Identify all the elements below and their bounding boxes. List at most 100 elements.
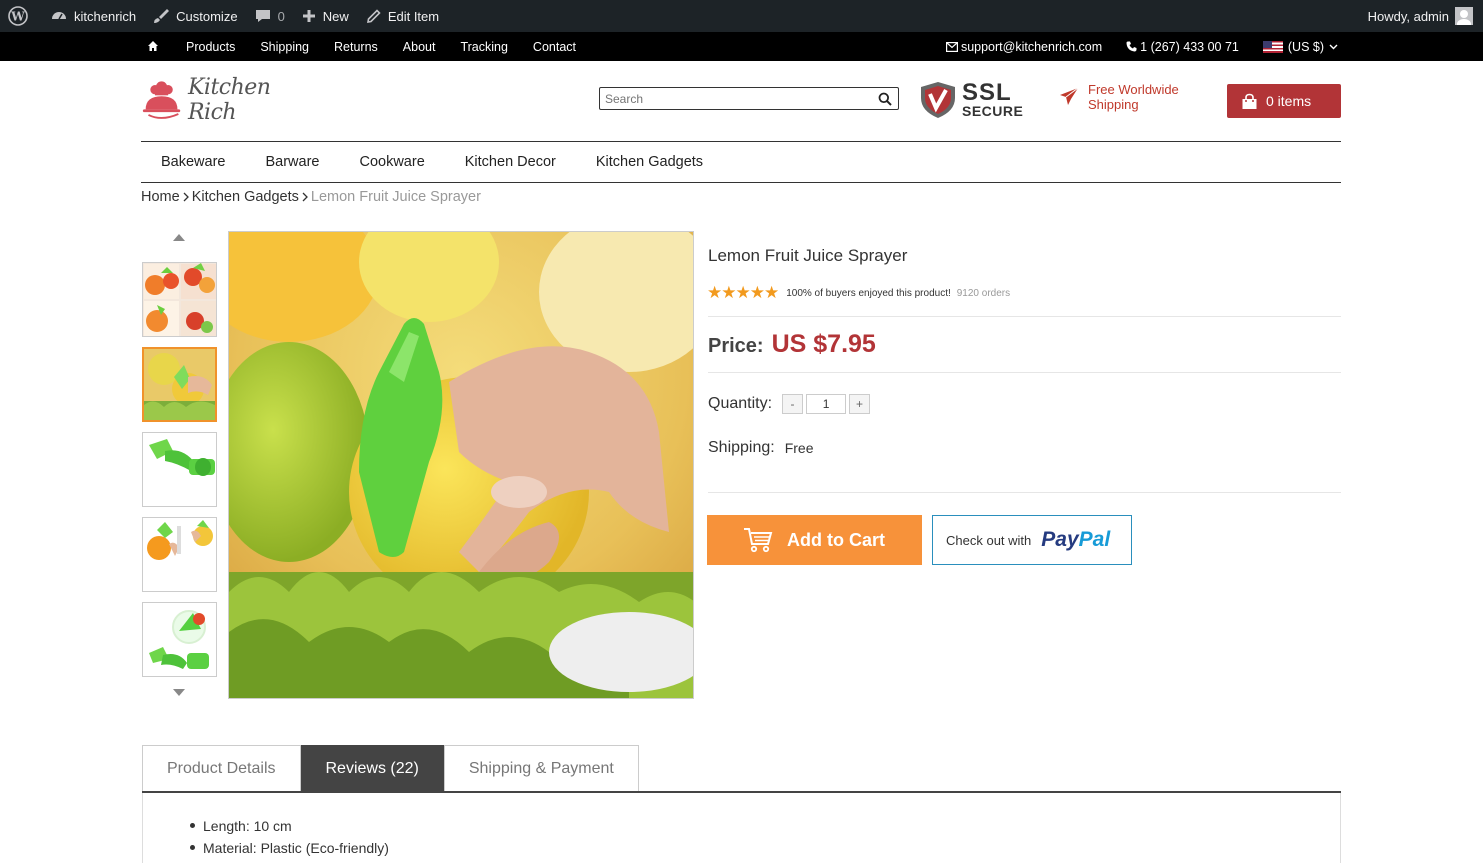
quantity-increase-button[interactable]: + (849, 394, 871, 414)
thumbnail-1[interactable] (142, 262, 217, 337)
thumbnail-scroll-down-icon[interactable] (173, 689, 185, 696)
thumbnail-scroll-up-icon[interactable] (173, 234, 185, 241)
wordpress-logo-button[interactable]: W (0, 0, 42, 32)
top-link-products[interactable]: Products (186, 40, 235, 54)
search-icon[interactable] (878, 92, 892, 106)
quantity-label: Quantity: (708, 395, 773, 412)
shipping-label: Shipping: (708, 439, 775, 456)
product-title: Lemon Fruit Juice Sprayer (708, 246, 908, 265)
thumbnail-4[interactable] (142, 517, 217, 592)
thumbnail-3[interactable] (142, 432, 217, 507)
site-name-link[interactable]: kitchenrich (42, 0, 144, 32)
site-name: kitchenrich (74, 8, 137, 24)
site-logo[interactable]: Kitchen Rich (141, 75, 316, 125)
top-link-tracking[interactable]: Tracking (460, 40, 507, 54)
contact-info: support@kitchenrich.com 1 (267) 433 00 7… (922, 32, 1341, 61)
category-kitchen-decor[interactable]: Kitchen Decor (465, 154, 556, 170)
buyer-satisfaction-text: 100% of buyers enjoyed this product! (786, 287, 951, 299)
top-links: Products Shipping Returns About Tracking… (186, 32, 601, 61)
edit-item-link[interactable]: Edit Item (357, 0, 447, 32)
thumbnail-5[interactable] (142, 602, 217, 677)
product-photo (229, 232, 693, 698)
airplane-icon (1060, 87, 1079, 105)
chevron-down-icon (1329, 44, 1338, 49)
thumbnail-image (143, 603, 216, 676)
new-label: New (322, 8, 349, 24)
phone-number: 1 (267) 433 00 71 (1140, 39, 1239, 54)
customize-link[interactable]: Customize (144, 0, 245, 32)
thumbnail-2[interactable] (142, 347, 217, 422)
tab-shipping-payment[interactable]: Shipping & Payment (443, 745, 639, 791)
orders-count: 9120 orders (956, 287, 1011, 299)
add-to-cart-button[interactable]: Add to Cart (707, 515, 922, 565)
category-cookware[interactable]: Cookware (359, 154, 424, 170)
shipping-value: Free (784, 440, 814, 456)
divider (708, 316, 1341, 317)
shopping-bag-icon (1242, 93, 1257, 109)
customize-label: Customize (176, 8, 238, 24)
avatar (1455, 7, 1473, 25)
top-link-about[interactable]: About (403, 40, 436, 54)
brush-icon (154, 9, 170, 23)
top-link-returns[interactable]: Returns (334, 40, 378, 54)
breadcrumb-category[interactable]: Kitchen Gadgets (192, 189, 299, 205)
paypal-logo: PayPal (1041, 528, 1111, 551)
category-barware[interactable]: Barware (265, 154, 319, 170)
howdy-text: Howdy, admin (1367, 8, 1449, 24)
category-bakeware[interactable]: Bakeware (161, 154, 225, 170)
support-email-link[interactable]: support@kitchenrich.com (945, 39, 1103, 54)
new-content-link[interactable]: New (293, 0, 357, 32)
currency-selector[interactable]: (US $) (1262, 40, 1341, 54)
cart-count: 0 items (1266, 93, 1312, 109)
ssl-subtitle: SECURE (962, 102, 1024, 119)
list-item: Length: 10 cm (190, 815, 389, 837)
us-flag-icon (1262, 40, 1283, 53)
chevron-right-icon (183, 192, 189, 202)
thumbnail-image (143, 518, 216, 591)
category-kitchen-gadgets[interactable]: Kitchen Gadgets (596, 154, 703, 170)
thumbnail-image (143, 263, 216, 336)
breadcrumb-current: Lemon Fruit Juice Sprayer (310, 189, 481, 205)
top-navigation: Products Shipping Returns About Tracking… (0, 32, 1483, 61)
price-value: US $7.95 (771, 330, 876, 358)
top-link-contact[interactable]: Contact (533, 40, 576, 54)
ssl-title: SSL (962, 78, 1012, 106)
phone-link[interactable]: 1 (267) 433 00 71 (1126, 40, 1239, 54)
divider (708, 492, 1341, 493)
comment-icon (255, 10, 270, 22)
price-row: Price: US $7.95 (708, 330, 876, 359)
checkout-with-label: Check out with (946, 532, 1032, 548)
rating-row: ★★★★★ 100% of buyers enjoyed this produc… (707, 283, 1010, 303)
envelope-icon (945, 41, 958, 52)
breadcrumb-home[interactable]: Home (141, 189, 180, 205)
main-product-image[interactable] (228, 231, 694, 699)
price-label: Price: (708, 335, 764, 357)
plus-icon (302, 10, 315, 22)
home-icon[interactable] (147, 40, 159, 52)
category-navigation: Bakeware Barware Cookware Kitchen Decor … (141, 142, 1341, 183)
tab-reviews[interactable]: Reviews (22) (300, 745, 444, 791)
free-shipping-line1: Free Worldwide (1088, 82, 1179, 97)
product-specs-list: Length: 10 cm Material: Plastic (Eco-fri… (190, 815, 389, 859)
top-link-shipping[interactable]: Shipping (260, 40, 309, 54)
logo-text: Kitchen Rich (187, 75, 271, 125)
edit-item-label: Edit Item (387, 8, 440, 24)
comments-link[interactable]: 0 (246, 0, 293, 32)
wordpress-icon: W (8, 6, 28, 26)
my-account-link[interactable]: Howdy, admin (1368, 0, 1473, 32)
quantity-decrease-button[interactable]: - (782, 394, 804, 414)
quantity-row: Quantity: - 1 + (708, 394, 871, 414)
support-email: support@kitchenrich.com (960, 39, 1103, 54)
tab-product-details[interactable]: Product Details (142, 745, 301, 791)
pencil-icon (366, 8, 381, 23)
free-shipping-badge: Free Worldwide Shipping (1058, 82, 1179, 112)
cart-button[interactable]: 0 items (1227, 84, 1341, 118)
shield-icon (921, 82, 955, 118)
paypal-checkout-button[interactable]: Check out with PayPal (932, 515, 1132, 565)
rating-stars[interactable]: ★★★★★ (707, 283, 779, 303)
ssl-secure-badge: SSL SECURE (918, 80, 1023, 120)
chevron-right-icon (302, 192, 308, 202)
phone-icon (1126, 41, 1137, 52)
quantity-input[interactable]: 1 (806, 394, 847, 414)
search-input[interactable] (600, 88, 870, 109)
